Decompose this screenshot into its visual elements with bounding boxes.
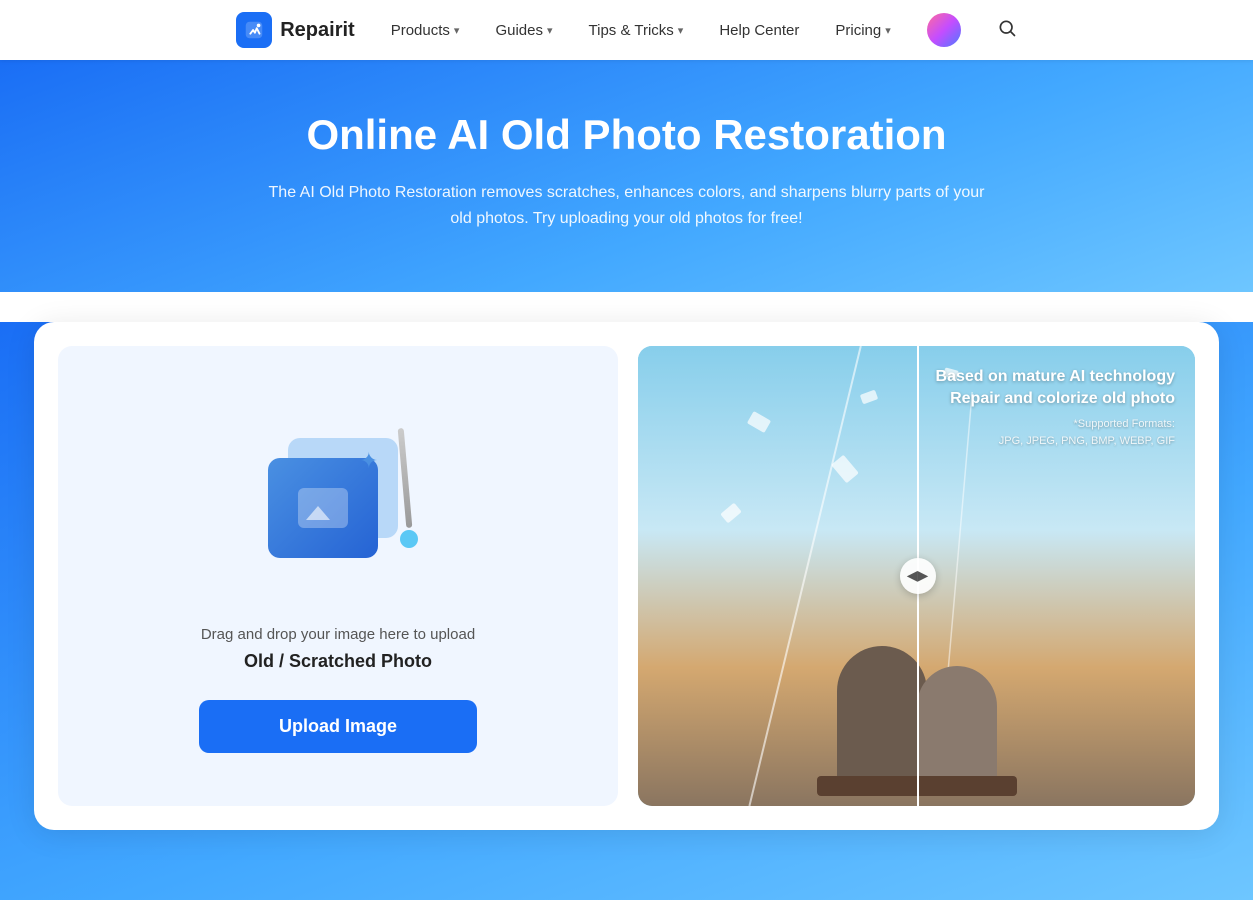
hero-section: Online AI Old Photo Restoration The AI O… xyxy=(0,60,1253,292)
nav-item-help-center[interactable]: Help Center xyxy=(719,22,799,39)
preview-info: Based on mature AI technologyRepair and … xyxy=(936,366,1175,450)
chevron-down-icon: ▾ xyxy=(547,24,553,37)
chevron-down-icon: ▾ xyxy=(454,24,460,37)
divider-handle[interactable]: ◀▶ xyxy=(900,558,936,594)
preview-info-formats: *Supported Formats: JPG, JPEG, PNG, BMP,… xyxy=(936,416,1175,449)
search-icon[interactable] xyxy=(997,18,1017,43)
preview-divider: ◀▶ xyxy=(917,346,919,806)
nav-item-products[interactable]: Products ▾ xyxy=(391,22,460,39)
preview-panel: ◀▶ Based on mature AI technologyRepair a… xyxy=(638,346,1195,806)
main-card: ✦ Drag and drop your image here to uploa… xyxy=(34,322,1219,830)
file-type-label: Old / Scratched Photo xyxy=(244,651,432,672)
nav-logo[interactable]: Repairit xyxy=(236,12,354,48)
logo-icon xyxy=(236,12,272,48)
drag-drop-text: Drag and drop your image here to upload xyxy=(201,626,475,643)
hero-title: Online AI Old Photo Restoration xyxy=(20,110,1233,160)
nav-item-pricing[interactable]: Pricing ▾ xyxy=(835,22,890,39)
chevron-down-icon: ▾ xyxy=(678,24,684,37)
nav-item-tips-tricks[interactable]: Tips & Tricks ▾ xyxy=(589,22,684,39)
preview-info-title: Based on mature AI technologyRepair and … xyxy=(936,366,1175,411)
upload-panel: ✦ Drag and drop your image here to uploa… xyxy=(58,346,618,806)
illustration-box: ✦ xyxy=(258,428,418,568)
logo-text: Repairit xyxy=(280,19,354,42)
avatar[interactable] xyxy=(927,13,961,47)
nav-item-guides[interactable]: Guides ▾ xyxy=(495,22,552,39)
hero-subtitle: The AI Old Photo Restoration removes scr… xyxy=(267,180,987,231)
person-silhouette-right xyxy=(917,666,997,786)
navbar: Repairit Products ▾ Guides ▾ Tips & Tric… xyxy=(0,0,1253,60)
chevron-down-icon: ▾ xyxy=(885,24,891,37)
upload-button[interactable]: Upload Image xyxy=(199,700,477,753)
person-silhouette-left xyxy=(837,646,927,786)
upload-illustration: ✦ xyxy=(238,398,438,598)
